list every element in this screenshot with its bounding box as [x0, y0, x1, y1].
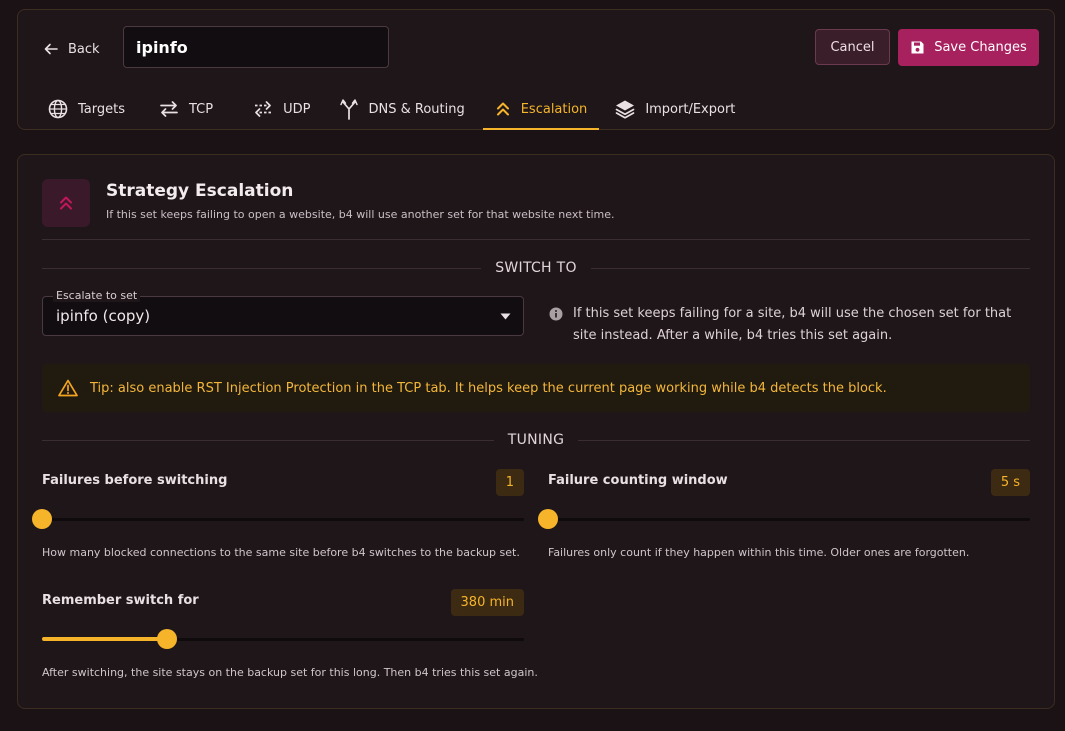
tab-tcp[interactable]: TCP	[147, 88, 225, 130]
tab-import-export-label: Import/Export	[645, 101, 736, 117]
tab-udp[interactable]: UDP	[241, 88, 322, 130]
tab-bar: Targets TCP UDP DNS & Routing Escalation…	[36, 88, 747, 130]
escalation-panel: Strategy Escalation If this set keeps fa…	[17, 154, 1055, 709]
failures-slider-thumb[interactable]	[32, 509, 52, 529]
switch-to-heading: SWITCH TO	[495, 260, 577, 276]
header-card: Back Cancel Save Changes Targets TCP	[17, 9, 1055, 130]
escalate-to-set-label: Escalate to set	[53, 289, 141, 302]
failure-window-value-badge: 5 s	[990, 469, 1030, 496]
save-changes-label: Save Changes	[934, 40, 1027, 55]
section-icon-box	[42, 179, 90, 227]
tab-escalation-label: Escalation	[520, 101, 588, 117]
failure-window-help-text: Failures only count if they happen withi…	[548, 546, 970, 559]
tuning-heading: TUNING	[507, 432, 565, 448]
globe-icon	[48, 99, 68, 119]
tab-udp-label: UDP	[283, 101, 311, 117]
remember-switch-slider-fill	[42, 637, 168, 641]
section-title: Strategy Escalation	[106, 181, 294, 201]
swap-horizontal-icon	[160, 101, 178, 117]
back-button[interactable]: Back	[44, 38, 100, 60]
layers-icon	[615, 100, 635, 119]
tab-escalation[interactable]: Escalation	[482, 88, 600, 130]
escalate-to-set-value: ipinfo (copy)	[56, 307, 151, 325]
tab-dns-routing-label: DNS & Routing	[368, 101, 465, 117]
tab-tcp-label: TCP	[189, 101, 214, 117]
remember-switch-slider[interactable]	[42, 629, 524, 649]
info-icon	[549, 307, 563, 321]
failures-help-text: How many blocked connections to the same…	[42, 546, 520, 559]
failures-slider[interactable]	[32, 509, 524, 529]
switch-to-info: If this set keeps failing for a site, b4…	[549, 303, 1029, 347]
save-icon	[911, 41, 924, 54]
failure-window-slider[interactable]	[538, 509, 1030, 529]
arrow-left-icon	[44, 43, 58, 55]
remember-switch-help-text: After switching, the site stays on the b…	[42, 666, 538, 679]
tip-alert: Tip: also enable RST Injection Protectio…	[42, 364, 1030, 412]
tab-import-export[interactable]: Import/Export	[603, 88, 747, 130]
save-changes-button[interactable]: Save Changes	[898, 29, 1039, 66]
failures-before-switching-label: Failures before switching	[42, 473, 228, 488]
section-description: If this set keeps failing to open a webs…	[106, 208, 615, 221]
back-label: Back	[68, 41, 100, 57]
chevrons-up-icon	[496, 102, 509, 116]
failures-value-badge: 1	[495, 469, 524, 496]
switch-to-info-text: If this set keeps failing for a site, b4…	[573, 306, 1012, 343]
tuning-divider: TUNING	[42, 430, 1030, 450]
chevrons-up-icon	[60, 196, 72, 210]
set-name-input[interactable]	[123, 26, 389, 68]
remember-switch-value-badge: 380 min	[450, 589, 524, 616]
tab-targets[interactable]: Targets	[36, 88, 137, 130]
warning-icon	[58, 379, 78, 397]
remember-switch-label: Remember switch for	[42, 593, 199, 608]
fork-icon	[340, 99, 359, 120]
swap-dashed-icon	[255, 101, 272, 117]
tab-dns-routing[interactable]: DNS & Routing	[328, 88, 476, 130]
cancel-button[interactable]: Cancel	[815, 29, 890, 65]
switch-to-divider: SWITCH TO	[42, 258, 1030, 278]
tip-text: Tip: also enable RST Injection Protectio…	[90, 380, 887, 396]
failure-window-slider-thumb[interactable]	[538, 509, 558, 529]
failure-window-label: Failure counting window	[548, 473, 728, 488]
caret-down-icon	[500, 313, 511, 320]
tab-targets-label: Targets	[78, 101, 125, 117]
section-divider	[42, 239, 1030, 240]
escalate-to-set-select[interactable]: Escalate to set ipinfo (copy)	[42, 289, 524, 336]
remember-switch-slider-thumb[interactable]	[157, 629, 178, 649]
